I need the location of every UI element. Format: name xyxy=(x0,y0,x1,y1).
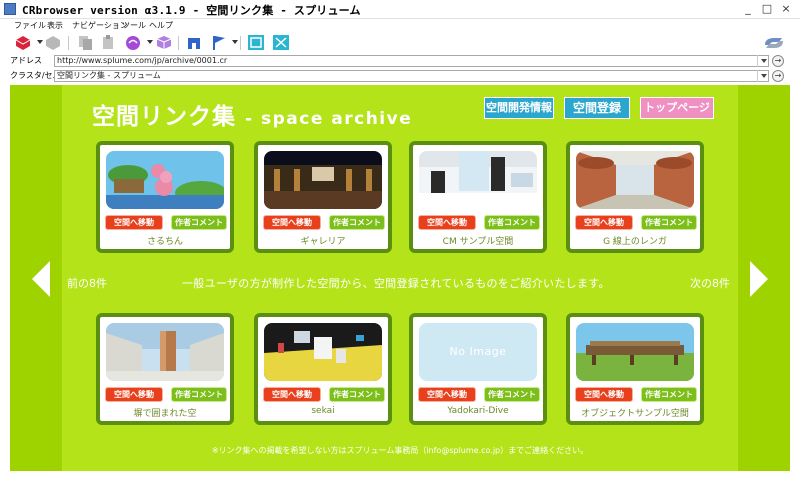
minimize-button[interactable]: _ xyxy=(741,2,755,16)
toolbar xyxy=(0,33,800,53)
menu-file[interactable]: ファイル xyxy=(14,19,46,33)
next-page-link[interactable]: 次の8件 xyxy=(690,275,730,291)
space-name: CM サンプル空間 xyxy=(442,237,514,247)
dev-info-button[interactable]: 空間開発情報 xyxy=(484,97,554,119)
thumbnail-image[interactable] xyxy=(106,151,224,209)
forward-icon[interactable] xyxy=(44,34,62,51)
thumbnail-image[interactable] xyxy=(576,323,694,381)
author-comment-button[interactable]: 作者コメント xyxy=(171,387,227,402)
browser-logo-icon xyxy=(762,35,786,51)
space-card: 空間へ移動 作者コメント オブジェクトサンプル空間 xyxy=(566,313,704,425)
author-comment-button[interactable]: 作者コメント xyxy=(484,387,540,402)
go-to-space-button[interactable]: 空間へ移動 xyxy=(418,387,476,402)
cluster-dropdown-icon[interactable] xyxy=(757,70,769,82)
go-to-space-button[interactable]: 空間へ移動 xyxy=(105,215,163,230)
home-icon[interactable] xyxy=(185,34,203,51)
toolbar-divider xyxy=(178,36,179,50)
archive-page: 空間リンク集 - space archive 空間開発情報 空間登録 トップペー… xyxy=(62,85,738,471)
thumbnail-placeholder[interactable]: No Image xyxy=(419,323,537,381)
cluster-input[interactable]: 空間リンク集 - スプリューム xyxy=(54,70,769,82)
address-label: アドレス xyxy=(10,56,42,65)
go-to-space-button[interactable]: 空間へ移動 xyxy=(575,215,633,230)
maximize-button[interactable]: □ xyxy=(760,2,774,16)
space-card: 空間へ移動 作者コメント sekai xyxy=(254,313,392,425)
back-dropdown-icon[interactable] xyxy=(37,40,43,44)
app-icon xyxy=(4,3,16,15)
go-to-space-button[interactable]: 空間へ移動 xyxy=(263,387,321,402)
fullscreen-icon[interactable] xyxy=(247,34,265,51)
prev-arrow[interactable] xyxy=(10,85,62,471)
footer-note: ※リンク集への掲載を希望しない方はスプリューム事務局（info@splume.c… xyxy=(211,446,589,455)
thumbnail-image[interactable] xyxy=(106,323,224,381)
space-name: ギャレリア xyxy=(300,237,346,247)
page-title-main: 空間リンク集 xyxy=(92,104,236,130)
close-button[interactable]: × xyxy=(779,2,793,16)
fit-view-icon[interactable] xyxy=(272,34,290,51)
thumbnail-image[interactable] xyxy=(264,323,382,381)
toolbar-divider xyxy=(240,36,241,50)
title-bar: CRbrowser version α3.1.9 - 空間リンク集 - スプリュ… xyxy=(0,0,800,19)
page-title-sub: - space archive xyxy=(245,109,413,129)
menu-view[interactable]: 表示 xyxy=(47,19,63,33)
back-icon[interactable] xyxy=(14,34,32,51)
arrow-right-icon xyxy=(750,261,768,297)
cube-icon[interactable] xyxy=(155,34,173,51)
prev-page-link[interactable]: 前の8件 xyxy=(67,275,107,291)
go-to-space-button[interactable]: 空間へ移動 xyxy=(418,215,476,230)
space-name: 塀で囲まれた空 xyxy=(133,409,197,419)
paste-icon[interactable] xyxy=(99,34,117,51)
go-to-space-button[interactable]: 空間へ移動 xyxy=(263,215,321,230)
space-card: 空間へ移動 作者コメント CM サンプル空間 xyxy=(409,141,547,253)
cluster-bar: クラスタ/セル 空間リンク集 - スプリューム → xyxy=(0,69,800,83)
thumbnail-image[interactable] xyxy=(419,151,537,209)
cluster-go-button[interactable]: → xyxy=(772,70,784,82)
register-space-button[interactable]: 空間登録 xyxy=(564,97,630,119)
author-comment-button[interactable]: 作者コメント xyxy=(329,387,385,402)
address-go-button[interactable]: → xyxy=(772,55,784,67)
page-viewport: 空間リンク集 - space archive 空間開発情報 空間登録 トップペー… xyxy=(10,85,790,471)
menu-navigation[interactable]: ナビゲーション xyxy=(72,19,128,33)
space-name: オブジェクトサンプル空間 xyxy=(581,409,689,419)
space-name: さるちん xyxy=(146,237,183,247)
menu-tools[interactable]: ツール xyxy=(122,19,146,33)
history-dropdown-icon[interactable] xyxy=(147,40,153,44)
toolbar-divider xyxy=(68,36,69,50)
bookmark-flag-icon[interactable] xyxy=(210,34,228,51)
next-arrow[interactable] xyxy=(738,85,790,471)
space-card: No Image 空間へ移動 作者コメント Yadokari-Dive xyxy=(409,313,547,425)
page-title: 空間リンク集 - space archive xyxy=(92,97,412,131)
thumbnail-image[interactable] xyxy=(264,151,382,209)
space-name: G 線上のレンガ xyxy=(603,237,667,247)
window-title: CRbrowser version α3.1.9 - 空間リンク集 - スプリュ… xyxy=(22,4,361,17)
go-to-space-button[interactable]: 空間へ移動 xyxy=(105,387,163,402)
author-comment-button[interactable]: 作者コメント xyxy=(329,215,385,230)
space-card: 空間へ移動 作者コメント さるちん xyxy=(96,141,234,253)
arrow-left-icon xyxy=(32,261,50,297)
address-dropdown-icon[interactable] xyxy=(757,55,769,67)
space-card: 空間へ移動 作者コメント ギャレリア xyxy=(254,141,392,253)
copy-icon[interactable] xyxy=(76,34,94,51)
intro-message: 一般ユーザの方が制作した空間から、空間登録されているものをご紹介いたします。 xyxy=(182,277,610,290)
space-card: 空間へ移動 作者コメント G 線上のレンガ xyxy=(566,141,704,253)
no-image-label: No Image xyxy=(449,345,507,358)
top-page-button[interactable]: トップページ xyxy=(640,97,714,119)
space-name: Yadokari-Dive xyxy=(447,406,509,416)
space-card: 空間へ移動 作者コメント 塀で囲まれた空 xyxy=(96,313,234,425)
menu-bar: ファイル 表示 ナビゲーション ツール ヘルプ xyxy=(0,19,800,33)
menu-help[interactable]: ヘルプ xyxy=(149,19,173,33)
author-comment-button[interactable]: 作者コメント xyxy=(171,215,227,230)
address-bar: アドレス http://www.splume.com/jp/archive/00… xyxy=(0,54,800,68)
cluster-label: クラスタ/セル xyxy=(10,71,61,80)
space-name: sekai xyxy=(311,406,335,416)
thumbnail-image[interactable] xyxy=(576,151,694,209)
history-icon[interactable] xyxy=(124,34,142,51)
author-comment-button[interactable]: 作者コメント xyxy=(484,215,540,230)
bookmark-dropdown-icon[interactable] xyxy=(232,40,238,44)
author-comment-button[interactable]: 作者コメント xyxy=(641,387,697,402)
author-comment-button[interactable]: 作者コメント xyxy=(641,215,697,230)
address-input[interactable]: http://www.splume.com/jp/archive/0001.cr xyxy=(54,55,769,67)
go-to-space-button[interactable]: 空間へ移動 xyxy=(575,387,633,402)
